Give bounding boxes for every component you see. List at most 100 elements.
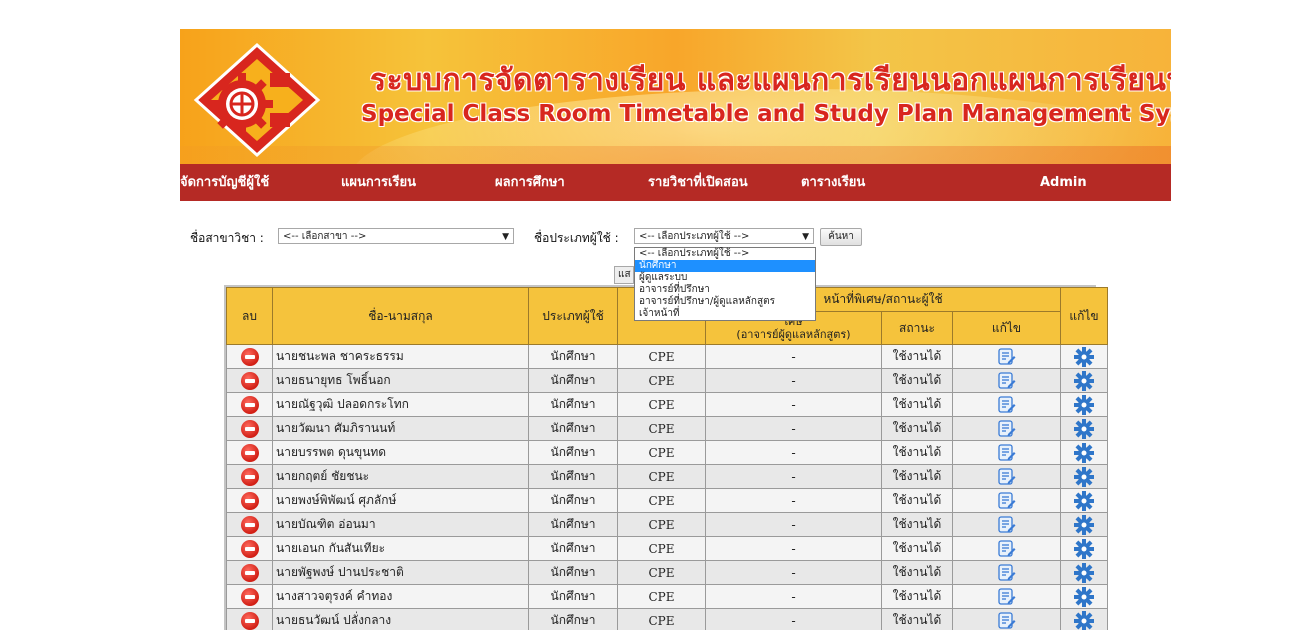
delete-cell	[226, 560, 273, 585]
major-cell: CPE	[617, 560, 706, 585]
gear-icon[interactable]	[1074, 514, 1094, 535]
nav-item-user-accounts[interactable]: จัดการบัญชีผู้ใช้	[180, 164, 269, 201]
usertype-option[interactable]: ผู้ดูแลระบบ	[635, 272, 815, 284]
usertype-cell: นักศึกษา	[528, 344, 618, 369]
delete-icon[interactable]	[240, 443, 259, 462]
status-cell: ใช้งานได้	[881, 536, 953, 561]
nav-item-timetable[interactable]: ตารางเรียน	[801, 164, 865, 201]
major-cell: CPE	[617, 488, 706, 513]
status-cell: ใช้งานได้	[881, 488, 953, 513]
col-header-edit: แก้ไข	[1060, 287, 1108, 345]
usertype-option[interactable]: อาจารย์ที่ปรึกษา/ผู้ดูแลหลักสูตร	[635, 296, 815, 308]
edit-status-icon[interactable]	[997, 492, 1016, 509]
nav-user-admin[interactable]: Admin	[1040, 164, 1087, 201]
edit-cell	[1060, 536, 1108, 561]
delete-icon[interactable]	[240, 395, 259, 414]
edit-status-cell	[952, 344, 1061, 369]
gear-icon[interactable]	[1074, 346, 1094, 367]
delete-icon[interactable]	[240, 587, 259, 606]
name-cell: นายธนายุทธ โพธิ์นอก	[272, 368, 529, 393]
nav-item-open-courses[interactable]: รายวิชาที่เปิดสอน	[648, 164, 748, 201]
edit-status-icon[interactable]	[997, 540, 1016, 557]
col-header-delete: ลบ	[226, 287, 273, 345]
edit-status-icon[interactable]	[997, 468, 1016, 485]
delete-icon[interactable]	[240, 419, 259, 438]
edit-status-icon[interactable]	[997, 372, 1016, 389]
edit-status-cell	[952, 536, 1061, 561]
status-cell: ใช้งานได้	[881, 584, 953, 609]
edit-status-icon[interactable]	[997, 420, 1016, 437]
gear-icon[interactable]	[1074, 562, 1094, 583]
edit-status-icon[interactable]	[997, 396, 1016, 413]
edit-status-icon[interactable]	[997, 348, 1016, 365]
gear-icon[interactable]	[1074, 466, 1094, 487]
gear-icon[interactable]	[1074, 490, 1094, 511]
edit-status-cell	[952, 368, 1061, 393]
usertype-option[interactable]: อาจารย์ที่ปรึกษา	[635, 284, 815, 296]
nav-item-study-plan[interactable]: แผนการเรียน	[341, 164, 416, 201]
usertype-cell: นักศึกษา	[528, 488, 618, 513]
usertype-cell: นักศึกษา	[528, 440, 618, 465]
name-cell: นายกฤตย์ ชัยชนะ	[272, 464, 529, 489]
gear-icon[interactable]	[1074, 442, 1094, 463]
table-row: นายชนะพล ชาคระธรรม นักศึกษา CPE - ใช้งานได้	[226, 344, 1108, 369]
usertype-option-selected[interactable]: นักศึกษา	[635, 260, 815, 272]
special-cell: -	[705, 512, 882, 537]
delete-icon[interactable]	[240, 347, 259, 366]
special-cell: -	[705, 392, 882, 417]
usertype-option[interactable]: เจ้าหน้าที่	[635, 308, 815, 320]
major-cell: CPE	[617, 536, 706, 561]
edit-status-icon[interactable]	[997, 612, 1016, 629]
edit-status-icon[interactable]	[997, 588, 1016, 605]
table-row: นายกฤตย์ ชัยชนะ นักศึกษา CPE - ใช้งานได้	[226, 464, 1108, 489]
delete-icon[interactable]	[240, 371, 259, 390]
usertype-select[interactable]: <-- เลือกประเภทผู้ใช้ --> ▼	[634, 228, 814, 244]
edit-cell	[1060, 344, 1108, 369]
gear-icon[interactable]	[1074, 586, 1094, 607]
edit-status-icon[interactable]	[997, 516, 1016, 533]
col-header-usertype: ประเภทผู้ใช้	[528, 287, 618, 345]
search-button[interactable]: ค้นหา	[820, 228, 862, 246]
delete-icon[interactable]	[240, 467, 259, 486]
gear-icon[interactable]	[1074, 538, 1094, 559]
gear-icon[interactable]	[1074, 418, 1094, 439]
special-cell: -	[705, 584, 882, 609]
delete-icon[interactable]	[240, 491, 259, 510]
major-cell: CPE	[617, 440, 706, 465]
name-cell: นายเอนก กันสันเทียะ	[272, 536, 529, 561]
edit-cell	[1060, 584, 1108, 609]
edit-cell	[1060, 512, 1108, 537]
edit-cell	[1060, 488, 1108, 513]
usertype-select-value: <-- เลือกประเภทผู้ใช้ -->	[639, 231, 750, 242]
delete-icon[interactable]	[240, 539, 259, 558]
special-cell: -	[705, 608, 882, 630]
university-logo-icon	[193, 42, 321, 158]
usertype-cell: นักศึกษา	[528, 560, 618, 585]
delete-icon[interactable]	[240, 611, 259, 630]
delete-icon[interactable]	[240, 563, 259, 582]
delete-icon[interactable]	[240, 515, 259, 534]
gear-icon[interactable]	[1074, 610, 1094, 630]
name-cell: นายบัณฑิต อ่อนมา	[272, 512, 529, 537]
show-all-button[interactable]: แส	[614, 266, 634, 284]
gear-icon[interactable]	[1074, 370, 1094, 391]
table-row: นายณัฐวุฒิ ปลอดกระโทก นักศึกษา CPE - ใช้งานไ…	[226, 392, 1108, 417]
major-cell: CPE	[617, 608, 706, 630]
gear-icon[interactable]	[1074, 394, 1094, 415]
edit-status-icon[interactable]	[997, 564, 1016, 581]
usertype-cell: นักศึกษา	[528, 416, 618, 441]
major-cell: CPE	[617, 464, 706, 489]
delete-cell	[226, 464, 273, 489]
delete-cell	[226, 608, 273, 630]
special-cell: -	[705, 488, 882, 513]
name-cell: นายธนวัฒน์ ปลั่งกลาง	[272, 608, 529, 630]
table-row: นายธนวัฒน์ ปลั่งกลาง นักศึกษา CPE - ใช้งานได…	[226, 608, 1108, 630]
major-select[interactable]: <-- เลือกสาขา --> ▼	[278, 228, 514, 244]
delete-cell	[226, 512, 273, 537]
special-cell: -	[705, 536, 882, 561]
edit-status-cell	[952, 512, 1061, 537]
nav-item-study-results[interactable]: ผลการศึกษา	[495, 164, 565, 201]
status-cell: ใช้งานได้	[881, 464, 953, 489]
edit-status-icon[interactable]	[997, 444, 1016, 461]
usertype-option[interactable]: <-- เลือกประเภทผู้ใช้ -->	[635, 248, 815, 260]
